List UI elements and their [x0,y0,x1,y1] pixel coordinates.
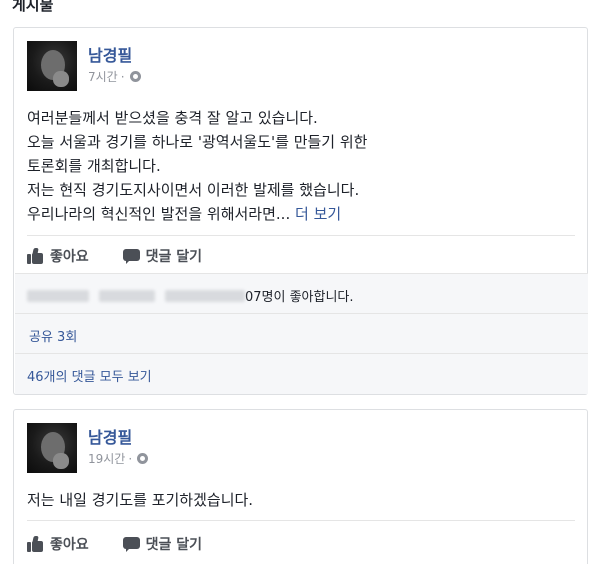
shares-link[interactable]: 공유 3회 [29,326,77,345]
like-label: 좋아요 [50,537,89,553]
meta-separator: · [128,451,133,466]
post-text: 여러분들께서 받으셨을 충격 잘 알고 있습니다. 오늘 서울과 경기를 하나로… [27,106,577,226]
like-label: 좋아요 [50,249,89,265]
likes-summary[interactable]: 07명이 좋아합니다. [15,273,588,313]
author-name[interactable]: 남경필 [88,424,132,448]
likes-count-text: 07명이 좋아합니다. [245,290,354,305]
avatar-hand [53,71,69,87]
post-time[interactable]: 19시간 [88,450,125,467]
author-avatar[interactable] [27,423,77,473]
comment-icon [122,248,140,264]
comment-button[interactable]: 댓글 달기 [122,246,203,266]
post-text-line: 토론회를 개최합니다. [27,157,161,175]
comment-label: 댓글 달기 [145,537,203,553]
globe-icon[interactable] [129,71,141,82]
divider [27,520,575,521]
post-text-line: 저는 현직 경기도지사이면서 이러한 발제를 했습니다. [27,181,360,199]
like-button[interactable]: 좋아요 [27,246,89,266]
divider [27,235,575,236]
see-more-link[interactable]: 더 보기 [295,205,341,223]
post-actions: 좋아요 댓글 달기 [27,246,202,266]
shares-row: 공유 3회 [15,313,588,353]
section-title: 게시물 [12,0,54,14]
post-text-line-last: 우리나라의 혁신적인 발전을 위해서라면... 더 보기 [27,202,577,226]
like-button[interactable]: 좋아요 [27,534,89,554]
avatar-hand [53,453,69,469]
comment-label: 댓글 달기 [145,249,203,265]
view-all-comments-link[interactable]: 46개의 댓글 모두 보기 [27,366,152,385]
post-text-line: 우리나라의 혁신적인 발전을 위해서라면... [27,205,291,223]
post-card: 남경필 7시간 · 여러분들께서 받으셨을 충격 잘 알고 있습니다. 오늘 서… [13,27,588,395]
author-name[interactable]: 남경필 [88,42,132,66]
globe-icon[interactable] [137,453,149,464]
post-time[interactable]: 7시간 [88,68,118,85]
post-text-line: 여러분들께서 받으셨을 충격 잘 알고 있습니다. [27,109,318,127]
redacted-name [99,289,155,302]
post-actions: 좋아요 댓글 달기 [27,534,202,554]
post-meta: 7시간 · [88,68,141,85]
post-card: 남경필 19시간 · 저는 내일 경기도를 포기하겠습니다. 좋아요 댓글 달기 [13,409,588,564]
author-avatar[interactable] [27,41,77,91]
post-meta: 19시간 · [88,450,149,467]
redacted-name [165,289,245,302]
redacted-name [27,289,89,302]
comments-row: 46개의 댓글 모두 보기 [15,353,588,394]
post-text-line: 저는 내일 경기도를 포기하겠습니다. [27,491,254,509]
meta-separator: · [120,69,125,84]
thumbs-up-icon [27,536,44,552]
thumbs-up-icon [27,248,44,264]
post-text-line: 오늘 서울과 경기를 하나로 '광역서울도'를 만들기 위한 [27,133,368,151]
comment-icon [122,536,140,552]
post-text: 저는 내일 경기도를 포기하겠습니다. [27,488,577,512]
comment-button[interactable]: 댓글 달기 [122,534,203,554]
